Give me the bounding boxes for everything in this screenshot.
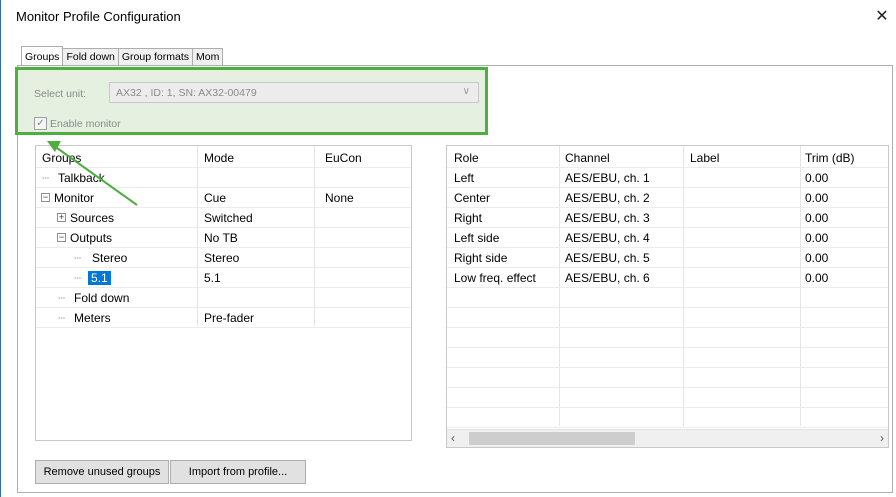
groups-header-row: Groups Mode EuCon [36, 148, 411, 168]
table-row[interactable]: Left AES/EBU, ch. 1 0.00 [447, 168, 888, 188]
channel-cell[interactable]: AES/EBU, ch. 6 [565, 268, 650, 288]
remove-unused-groups-button[interactable]: Remove unused groups [35, 460, 169, 484]
close-icon[interactable]: ✕ [871, 6, 893, 28]
title-bar: Monitor Profile Configuration ✕ [1, 0, 896, 34]
horizontal-scrollbar[interactable]: ‹ › [447, 429, 888, 447]
collapse-icon[interactable]: − [57, 228, 66, 248]
enable-monitor-row[interactable]: ✓ Enable monitor [34, 117, 121, 130]
group-mode: 5.1 [204, 271, 221, 285]
role-cell: Right side [454, 251, 508, 265]
role-cell: Left [454, 171, 475, 185]
table-row[interactable]: − Monitor Cue None [36, 188, 411, 208]
select-unit-dropdown[interactable]: AX32 , ID: 1, SN: AX32-00479 ∨ [109, 82, 479, 103]
window-title: Monitor Profile Configuration [16, 9, 181, 24]
scrollbar-thumb[interactable] [469, 432, 635, 445]
empty-row [447, 308, 888, 328]
group-mode: Cue [204, 191, 227, 205]
trim-cell[interactable]: 0.00 [805, 248, 828, 268]
group-name: Meters [74, 311, 111, 325]
table-row[interactable]: ┄ Stereo Stereo [36, 248, 411, 268]
trim-column-header[interactable]: Trim (dB) [805, 148, 855, 168]
tab-mom[interactable]: Mom [192, 48, 224, 65]
trim-cell[interactable]: 0.00 [805, 228, 828, 248]
select-unit-label: Select unit: [34, 88, 86, 100]
unit-selection-panel: Select unit: AX32 , ID: 1, SN: AX32-0047… [15, 67, 488, 135]
empty-row [447, 348, 888, 368]
group-mode: Stereo [204, 251, 240, 265]
table-row[interactable]: − Outputs No TB [36, 228, 411, 248]
select-unit-value: AX32 , ID: 1, SN: AX32-00479 [116, 87, 257, 99]
group-mode: Pre-fader [204, 311, 255, 325]
import-from-profile-button[interactable]: Import from profile... [170, 460, 306, 484]
roles-grid: Role Channel Label Trim (dB) Left AES/EB… [446, 145, 889, 448]
channel-cell[interactable]: AES/EBU, ch. 4 [565, 228, 650, 248]
group-name: Outputs [70, 231, 113, 245]
role-column-header[interactable]: Role [454, 148, 479, 168]
table-row[interactable]: Low freq. effect AES/EBU, ch. 6 0.00 [447, 268, 888, 288]
table-row[interactable]: ┄ Fold down [36, 288, 411, 308]
table-row[interactable]: Left side AES/EBU, ch. 4 0.00 [447, 228, 888, 248]
groups-grid: Groups Mode EuCon ┄ Talkback − Monitor C… [35, 145, 412, 441]
enable-monitor-checkbox[interactable]: ✓ [34, 117, 47, 130]
group-mode: No TB [204, 231, 238, 245]
empty-row [447, 328, 888, 348]
table-row[interactable]: Right side AES/EBU, ch. 5 0.00 [447, 248, 888, 268]
roles-header-row: Role Channel Label Trim (dB) [447, 148, 888, 168]
scroll-left-icon[interactable]: ‹ [451, 430, 465, 447]
empty-row [447, 408, 888, 428]
empty-row [447, 388, 888, 408]
channel-cell[interactable]: AES/EBU, ch. 5 [565, 248, 650, 268]
groups-column-header[interactable]: Groups [42, 148, 203, 168]
label-column-header[interactable]: Label [690, 148, 719, 168]
table-row[interactable]: + Sources Switched [36, 208, 411, 228]
expand-icon[interactable]: + [57, 208, 66, 228]
channel-cell[interactable]: AES/EBU, ch. 3 [565, 208, 650, 228]
table-row[interactable]: ┄ Talkback [36, 168, 411, 188]
collapse-icon[interactable]: − [41, 188, 50, 208]
table-row[interactable]: Center AES/EBU, ch. 2 0.00 [447, 188, 888, 208]
tree-connector: ┄ [58, 311, 66, 325]
tree-connector: ┄ [74, 251, 82, 265]
role-cell: Low freq. effect [454, 271, 536, 285]
tab-strip: Groups Fold down Group formats Mom [21, 46, 224, 66]
trim-cell[interactable]: 0.00 [805, 188, 828, 208]
group-name: Stereo [92, 251, 128, 265]
table-row[interactable]: ┄ Meters Pre-fader [36, 308, 411, 328]
chevron-down-icon: ∨ [462, 86, 470, 97]
tree-connector: ┄ [74, 271, 82, 285]
channel-column-header[interactable]: Channel [565, 148, 610, 168]
channel-cell[interactable]: AES/EBU, ch. 2 [565, 188, 650, 208]
trim-cell[interactable]: 0.00 [805, 208, 828, 228]
tab-fold-down[interactable]: Fold down [62, 48, 119, 65]
channel-cell[interactable]: AES/EBU, ch. 1 [565, 168, 650, 188]
tab-groups[interactable]: Groups [21, 46, 64, 65]
group-name: Fold down [74, 291, 130, 305]
group-name-selected[interactable]: 5.1 [88, 268, 111, 288]
group-eucon: None [325, 191, 354, 205]
group-name: Sources [70, 211, 115, 225]
tree-connector: ┄ [58, 291, 66, 305]
empty-row [447, 288, 888, 308]
group-mode: Switched [204, 211, 253, 225]
table-row[interactable]: Right AES/EBU, ch. 3 0.00 [447, 208, 888, 228]
eucon-column-header[interactable]: EuCon [325, 148, 405, 168]
monitor-profile-window: Monitor Profile Configuration ✕ Groups F… [0, 0, 896, 497]
trim-cell[interactable]: 0.00 [805, 268, 828, 288]
group-name: Monitor [54, 191, 95, 205]
tab-group-formats[interactable]: Group formats [117, 48, 193, 65]
table-row[interactable]: ┄ 5.1 5.1 [36, 268, 411, 288]
tree-connector: ┄ [42, 171, 50, 185]
empty-row [447, 368, 888, 388]
role-cell: Left side [454, 231, 500, 245]
group-name: Talkback [58, 171, 105, 185]
role-cell: Center [454, 191, 491, 205]
trim-cell[interactable]: 0.00 [805, 168, 828, 188]
enable-monitor-label: Enable monitor [50, 117, 121, 130]
scroll-right-icon[interactable]: › [870, 430, 884, 447]
mode-column-header[interactable]: Mode [204, 148, 314, 168]
role-cell: Right [454, 211, 483, 225]
